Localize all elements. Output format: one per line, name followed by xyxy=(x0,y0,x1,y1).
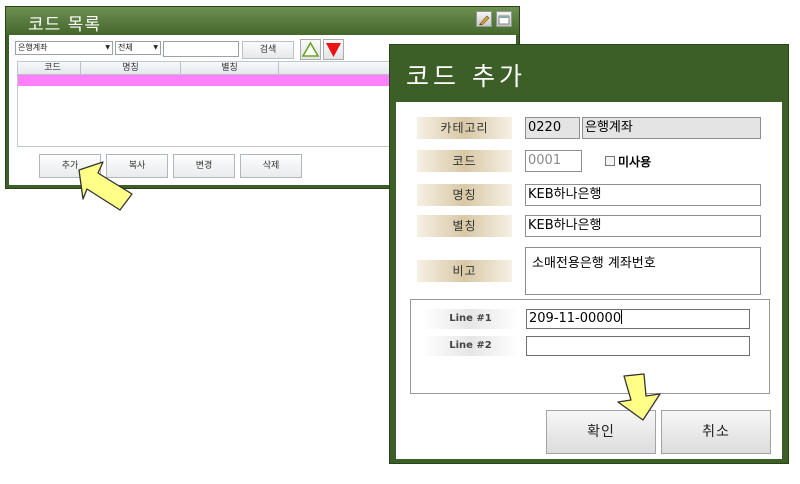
category-code-field: 0220 xyxy=(525,117,580,139)
down-triangle-icon xyxy=(326,43,341,57)
column-header-code[interactable]: 코드 xyxy=(25,62,81,75)
search-button[interactable]: 검색 xyxy=(242,41,294,59)
name-field[interactable]: KEB하나은행 xyxy=(525,184,761,206)
unused-checkbox[interactable] xyxy=(605,156,615,166)
column-header-alias[interactable]: 별칭 xyxy=(181,62,279,75)
unused-label: 미사용 xyxy=(618,155,652,169)
line-1-input[interactable]: 209-11-00000 xyxy=(526,309,750,329)
line-section: Line #1 209-11-00000 Line #2 xyxy=(410,299,770,394)
code-list-title: 코드 목록 xyxy=(28,15,101,35)
category-select-value: 은행계좌 xyxy=(18,43,48,52)
chevron-down-icon: ▼ xyxy=(153,44,158,51)
line-2-input[interactable] xyxy=(526,336,750,356)
code-add-body: 카테고리 0220 은행계좌 코드 0001 미사용 명칭 KEB하나은행 별칭… xyxy=(396,102,782,459)
pointer-arrow-icon xyxy=(78,161,133,211)
category-label: 카테고리 xyxy=(417,117,512,139)
search-input[interactable] xyxy=(163,41,239,57)
code-add-dialog: 코드 추가 카테고리 0220 은행계좌 코드 0001 미사용 명칭 KEB하… xyxy=(389,44,789,464)
window-icon[interactable] xyxy=(496,11,512,27)
code-list-titlebar: 코드 목록 xyxy=(6,7,519,35)
status-select-value: 전체 xyxy=(118,43,133,52)
alias-label: 별칭 xyxy=(417,215,512,237)
code-field[interactable]: 0001 xyxy=(525,150,582,172)
line-1-value: 209-11-00000 xyxy=(529,311,622,326)
edit-pencil-icon[interactable] xyxy=(476,11,492,27)
code-add-titlebar: 코드 추가 xyxy=(390,45,788,99)
delete-button[interactable]: 삭제 xyxy=(240,154,302,178)
cancel-button[interactable]: 취소 xyxy=(661,410,771,454)
chevron-down-icon: ▼ xyxy=(105,44,110,51)
move-down-button[interactable] xyxy=(323,39,344,60)
alias-field[interactable]: KEB하나은행 xyxy=(525,215,761,237)
note-label: 비고 xyxy=(417,260,512,282)
code-label: 코드 xyxy=(417,150,512,172)
edit-button[interactable]: 변경 xyxy=(173,154,235,178)
move-up-button[interactable] xyxy=(300,39,321,60)
status-select[interactable]: 전체 ▼ xyxy=(115,41,161,55)
up-triangle-icon xyxy=(301,41,320,57)
pointer-arrow-icon xyxy=(617,373,661,421)
category-name-field: 은행계좌 xyxy=(582,117,761,139)
note-field[interactable]: 소매전용은행 계좌번호 xyxy=(525,247,761,295)
category-select[interactable]: 은행계좌 ▼ xyxy=(15,41,113,55)
text-cursor xyxy=(621,310,623,324)
line-2-label: Line #2 xyxy=(422,336,519,356)
line-1-label: Line #1 xyxy=(422,309,519,329)
column-header-name[interactable]: 명칭 xyxy=(81,62,181,75)
code-add-title: 코드 추가 xyxy=(406,62,526,91)
name-label: 명칭 xyxy=(417,184,512,206)
